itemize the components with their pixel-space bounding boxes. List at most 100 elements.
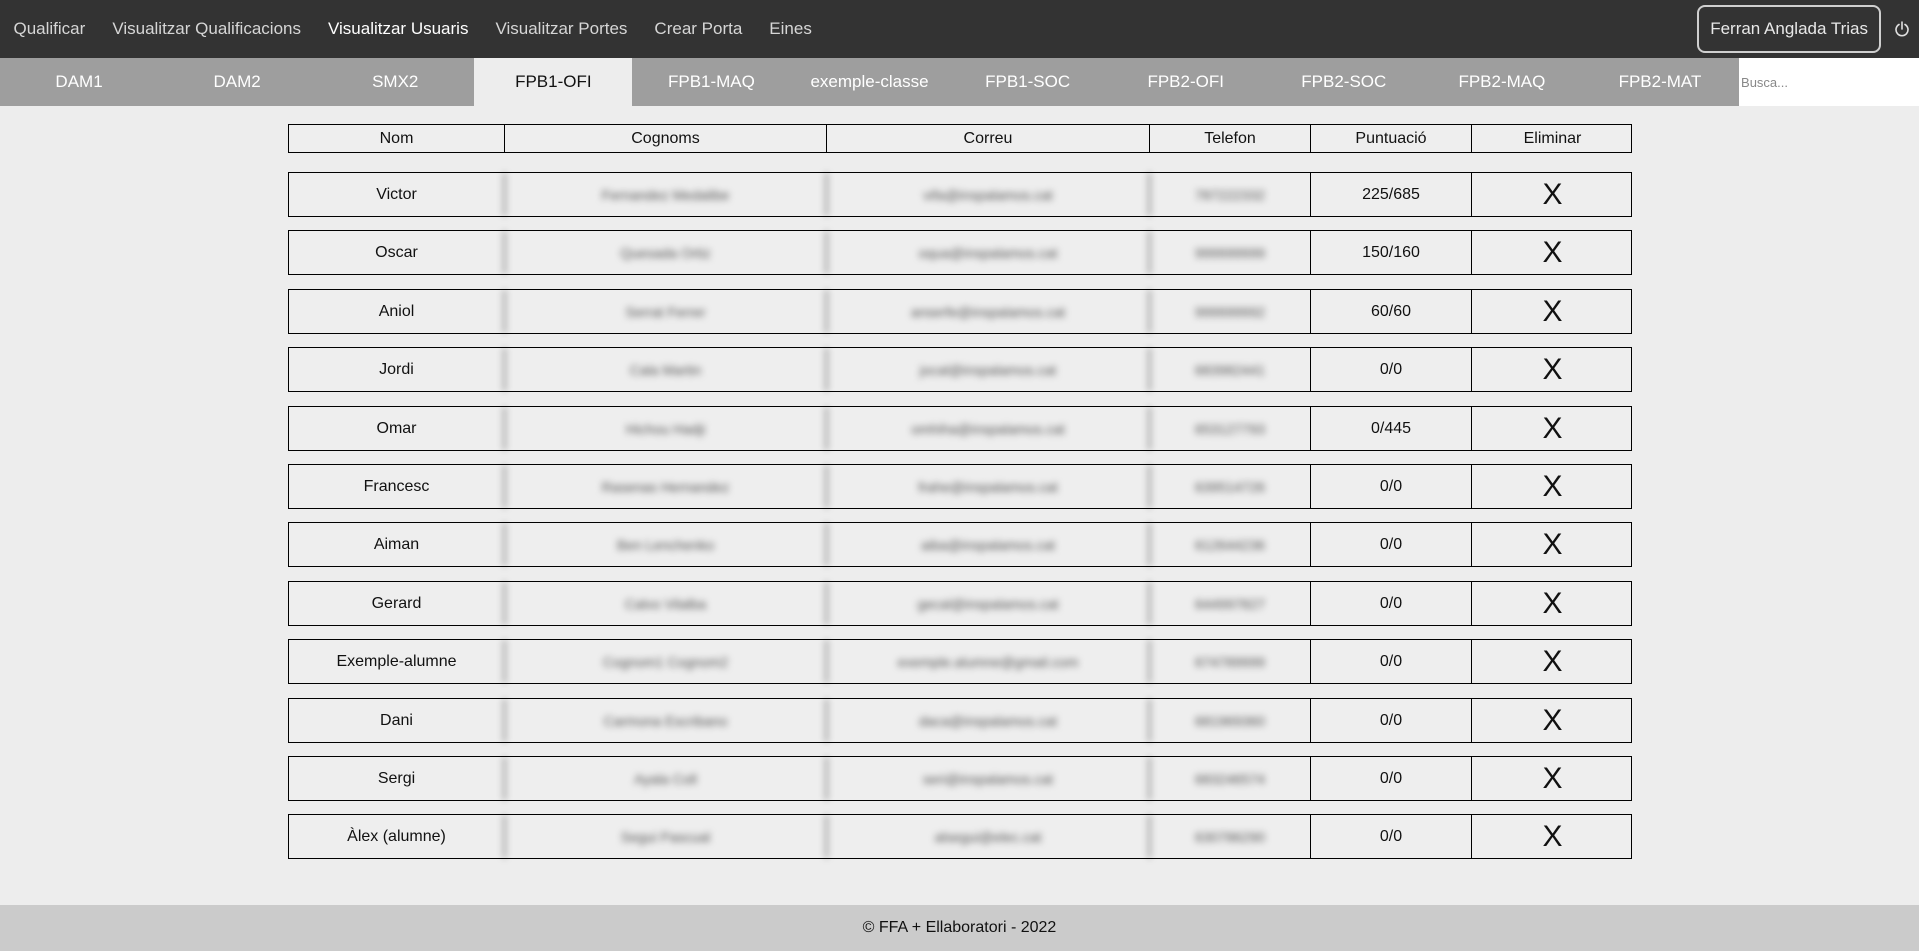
cell-nom: Victor <box>376 185 417 203</box>
cell-correu: aiba@inspalamos.cat <box>826 523 1149 566</box>
footer-text: © FFA + Ellaboratori - 2022 <box>862 919 1057 936</box>
tab-fpb2-maq[interactable]: FPB2-MAQ <box>1423 58 1581 106</box>
tab-fpb2-soc[interactable]: FPB2-SOC <box>1265 58 1423 106</box>
table-row: Omar Hichou Hadji omhiha@inspalamos.cat 653… <box>288 406 1632 451</box>
cell-nom: Dani <box>380 711 413 729</box>
users-table: Nom Cognoms Correu Telefon Puntuació Eli… <box>288 124 1632 859</box>
footer: © FFA + Ellaboratori - 2022 <box>0 905 1919 951</box>
cell-nom: Sergi <box>377 769 416 787</box>
delete-button[interactable]: X <box>1471 348 1633 391</box>
cell-puntuacio: 225/685 <box>1310 173 1471 216</box>
cell-puntuacio: 0/0 <box>1310 699 1471 742</box>
table-row: Oscar Quesada Ortiz oqua@inspalamos.cat 999… <box>288 230 1632 275</box>
table-row: Francesc Rasenas Hernandez frahe@inspalamo… <box>288 464 1632 509</box>
cell-telefon: 639514726 <box>1149 465 1310 508</box>
user-name-button[interactable]: Ferran Anglada Trias <box>1697 5 1881 53</box>
table-row: Àlex (alumne) Segui Pascual alsegui@elec.c… <box>288 814 1632 859</box>
cell-nom: Aiman <box>373 535 420 553</box>
tab-smx2[interactable]: SMX2 <box>316 58 474 106</box>
table-row: Aiman Ben Lenchenko aiba@inspalamos.cat 612… <box>288 522 1632 567</box>
cell-cognoms: Ayala Coll <box>504 757 826 800</box>
cell-correu: omhiha@inspalamos.cat <box>826 407 1149 450</box>
delete-button[interactable]: X <box>1471 465 1633 508</box>
cell-telefon: 681969360 <box>1149 699 1310 742</box>
tab-exemple-classe[interactable]: exemple-classe <box>790 58 948 106</box>
delete-button[interactable]: X <box>1471 699 1633 742</box>
cell-telefon: 612644236 <box>1149 523 1310 566</box>
nav-item-eines[interactable]: Eines <box>756 0 826 58</box>
cell-cognoms: Calvo Vilalba <box>504 582 826 625</box>
search-input[interactable] <box>1739 58 1919 106</box>
cell-cognoms: Ben Lenchenko <box>504 523 826 566</box>
power-icon[interactable] <box>1889 0 1915 58</box>
table-header-row: Nom Cognoms Correu Telefon Puntuació Eli… <box>288 124 1632 153</box>
cell-correu: frahe@inspalamos.cat <box>826 465 1149 508</box>
cell-telefon: 787222332 <box>1149 173 1310 216</box>
cell-nom: Exemple-alumne <box>336 652 457 670</box>
cell-telefon: 653127793 <box>1149 407 1310 450</box>
delete-button[interactable]: X <box>1471 815 1633 858</box>
cell-cognoms: Fernandez Medalibe <box>504 173 826 216</box>
top-navigation-bar: Qualificar Visualitzar Qualificacions Vi… <box>0 0 1919 58</box>
delete-button[interactable]: X <box>1471 582 1633 625</box>
cell-cognoms: Serrat Ferrer <box>504 290 826 333</box>
delete-button[interactable]: X <box>1471 640 1633 683</box>
table-row: Victor Fernandez Medalibe vifa@inspalamos.… <box>288 172 1632 217</box>
delete-button[interactable]: X <box>1471 173 1633 216</box>
tab-fpb1-soc[interactable]: FPB1-SOC <box>949 58 1107 106</box>
cell-cognoms: Hichou Hadji <box>504 407 826 450</box>
table-row: Aniol Serrat Ferrer anserfe@inspalamos.cat… <box>288 289 1632 334</box>
cell-puntuacio: 150/160 <box>1310 231 1471 274</box>
cell-correu: jocal@inspalamos.cat <box>826 348 1149 391</box>
delete-button[interactable]: X <box>1471 407 1633 450</box>
cell-correu: anserfe@inspalamos.cat <box>826 290 1149 333</box>
delete-button[interactable]: X <box>1471 523 1633 566</box>
header-correu: Correu <box>826 125 1149 152</box>
cell-nom: Oscar <box>375 243 418 261</box>
tab-dam2[interactable]: DAM2 <box>158 58 316 106</box>
nav-item-visualitzar-usuaris[interactable]: Visualitzar Usuaris <box>314 0 481 58</box>
header-cognoms: Cognoms <box>504 125 826 152</box>
cell-nom: Gerard <box>371 594 422 612</box>
tab-fpb1-ofi[interactable]: FPB1-OFI <box>474 58 633 106</box>
cell-puntuacio: 0/0 <box>1310 582 1471 625</box>
delete-button[interactable]: X <box>1471 290 1633 333</box>
nav-item-qualificar[interactable]: Qualificar <box>0 0 99 58</box>
tab-dam1[interactable]: DAM1 <box>0 58 158 106</box>
cell-cognoms: Quesada Ortiz <box>504 231 826 274</box>
nav-item-crear-porta[interactable]: Crear Porta <box>641 0 756 58</box>
cell-nom: Àlex (alumne) <box>347 827 446 845</box>
cell-correu: gecal@inspalamos.cat <box>826 582 1149 625</box>
tab-fpb2-mat[interactable]: FPB2-MAT <box>1581 58 1739 106</box>
cell-puntuacio: 0/0 <box>1310 757 1471 800</box>
cell-telefon: 683246574 <box>1149 757 1310 800</box>
class-tabs: DAM1 DAM2 SMX2 FPB1-OFI FPB1-MAQ exemple… <box>0 58 1919 106</box>
cell-telefon: 630786290 <box>1149 815 1310 858</box>
cell-telefon: 674789999 <box>1149 640 1310 683</box>
cell-correu: alsegui@elec.cat <box>826 815 1149 858</box>
delete-button[interactable]: X <box>1471 757 1633 800</box>
header-telefon: Telefon <box>1149 125 1310 152</box>
cell-correu: vifa@inspalamos.cat <box>826 173 1149 216</box>
cell-cognoms: Segui Pascual <box>504 815 826 858</box>
tab-fpb1-maq[interactable]: FPB1-MAQ <box>632 58 790 106</box>
table-row: Exemple-alumne Cognom1 Cognom2 exemple.alu… <box>288 639 1632 684</box>
cell-telefon: 999999999 <box>1149 231 1310 274</box>
power-icon-glyph <box>1895 21 1909 37</box>
delete-button[interactable]: X <box>1471 231 1633 274</box>
cell-nom: Jordi <box>379 360 414 378</box>
cell-puntuacio: 0/0 <box>1310 815 1471 858</box>
table-row: Sergi Ayala Coll seri@inspalamos.cat 683246… <box>288 756 1632 801</box>
cell-puntuacio: 0/0 <box>1310 640 1471 683</box>
tab-fpb2-ofi[interactable]: FPB2-OFI <box>1107 58 1265 106</box>
nav-item-visualitzar-portes[interactable]: Visualitzar Portes <box>482 0 641 58</box>
cell-puntuacio: 60/60 <box>1310 290 1471 333</box>
table-row: Gerard Calvo Vilalba gecal@inspalamos.cat 6… <box>288 581 1632 626</box>
nav-item-visualitzar-qualificacions[interactable]: Visualitzar Qualificacions <box>99 0 315 58</box>
cell-puntuacio: 0/0 <box>1310 523 1471 566</box>
cell-cognoms: Carmona Escribano <box>504 699 826 742</box>
cell-puntuacio: 0/445 <box>1310 407 1471 450</box>
table-row: Dani Carmona Escribano daca@inspalamos.cat… <box>288 698 1632 743</box>
cell-puntuacio: 0/0 <box>1310 348 1471 391</box>
cell-telefon: 644997827 <box>1149 582 1310 625</box>
